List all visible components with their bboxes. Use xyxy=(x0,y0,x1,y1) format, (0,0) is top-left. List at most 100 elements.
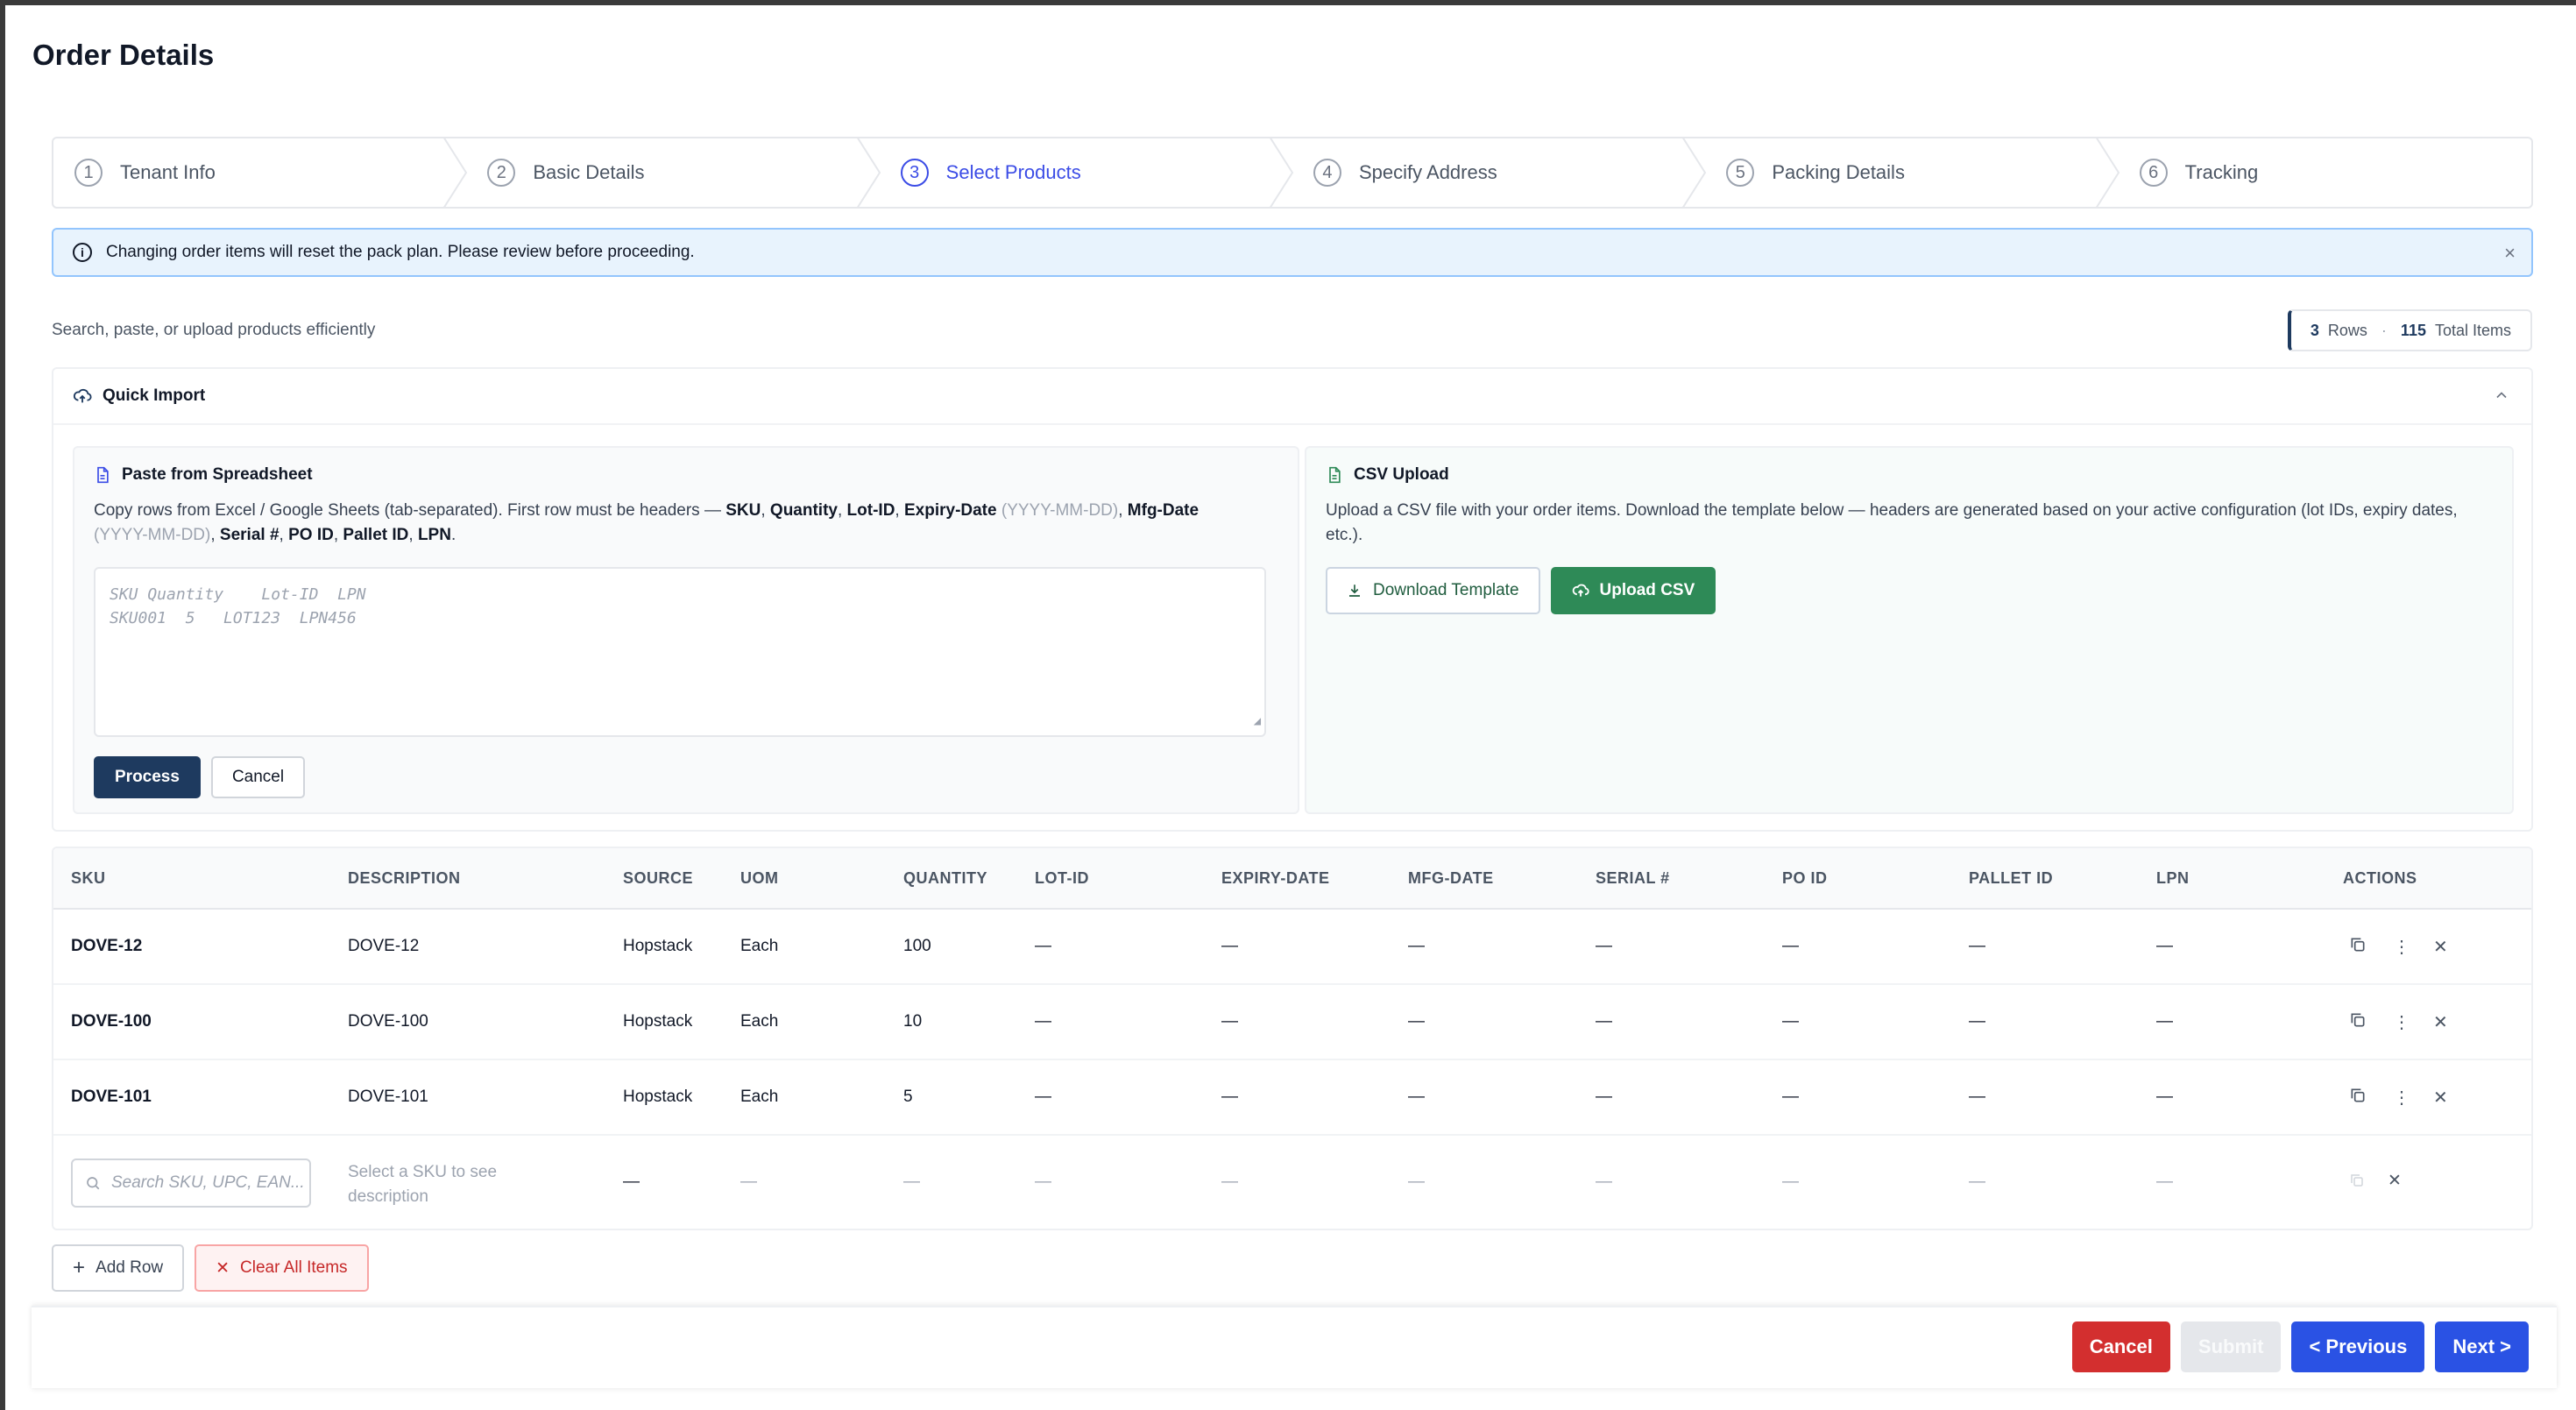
quick-import-header[interactable]: Quick Import xyxy=(53,369,2531,425)
remove-icon[interactable]: ✕ xyxy=(2433,936,2448,958)
paste-panel-description: Copy rows from Excel / Google Sheets (ta… xyxy=(94,501,1200,544)
cell-po-id[interactable]: — xyxy=(1782,1012,1799,1031)
info-alert: i Changing order items will reset the pa… xyxy=(52,228,2533,277)
order-items-table: SKU DESCRIPTION SOURCE UOM QUANTITY LOT-… xyxy=(52,847,2533,1230)
clear-all-items-button[interactable]: ✕ Clear All Items xyxy=(195,1244,369,1292)
cell-sku: DOVE-100 xyxy=(71,1012,152,1031)
cell-pallet-id[interactable]: — xyxy=(1969,1088,1985,1107)
cell-pallet-id[interactable]: — xyxy=(1969,1012,1985,1031)
step-separator-icon xyxy=(856,138,881,207)
cell-lot-id[interactable]: — xyxy=(1035,937,1051,956)
total-items-count: 115 xyxy=(2400,321,2426,339)
cancel-paste-button[interactable]: Cancel xyxy=(210,756,306,798)
cell-sku: DOVE-101 xyxy=(71,1088,152,1106)
paste-textarea[interactable]: SKU Quantity Lot-ID LPN SKU001 5 LOT123 … xyxy=(94,567,1266,737)
step-label: Tenant Info xyxy=(120,161,216,183)
footer-bar: Cancel Submit < Previous Next > xyxy=(32,1306,2557,1388)
new-row-mfg-date: — xyxy=(1408,1173,1425,1191)
step-separator-icon xyxy=(443,138,468,207)
header-mfg: Mfg-Date xyxy=(1127,501,1200,520)
cell-description: DOVE-100 xyxy=(348,1012,428,1031)
cell-serial[interactable]: — xyxy=(1596,937,1612,956)
copy-icon[interactable] xyxy=(2349,1011,2367,1034)
chevron-up-icon[interactable] xyxy=(2493,386,2510,409)
cell-mfg-date[interactable]: — xyxy=(1408,1088,1425,1107)
cell-lpn[interactable]: — xyxy=(2156,937,2173,956)
step-tracking[interactable]: 6 Tracking xyxy=(2119,138,2531,207)
copy-icon xyxy=(2349,1173,2365,1194)
header-quantity: Quantity xyxy=(769,501,838,520)
next-button[interactable]: Next > xyxy=(2435,1321,2529,1372)
cancel-button[interactable]: Cancel xyxy=(2071,1321,2170,1372)
paste-actions: Process Cancel xyxy=(94,756,1278,798)
rows-count: 3 xyxy=(2310,321,2319,339)
cell-expiry-date[interactable]: — xyxy=(1221,1088,1238,1107)
cell-serial[interactable]: — xyxy=(1596,1088,1612,1107)
step-label: Packing Details xyxy=(1772,161,1905,183)
new-row-po-id: — xyxy=(1782,1173,1799,1191)
copy-icon[interactable] xyxy=(2349,936,2367,959)
cell-po-id[interactable]: — xyxy=(1782,937,1799,956)
more-vertical-icon[interactable]: ⋮ xyxy=(2393,1011,2410,1033)
column-header-sku: SKU xyxy=(71,869,106,887)
new-row-source: — xyxy=(623,1173,640,1191)
cell-expiry-date[interactable]: — xyxy=(1221,1012,1238,1031)
cell-lot-id[interactable]: — xyxy=(1035,1012,1051,1031)
step-label: Select Products xyxy=(945,161,1081,183)
cell-quantity[interactable]: 10 xyxy=(903,1012,922,1031)
cell-mfg-date[interactable]: — xyxy=(1408,937,1425,956)
cell-quantity[interactable]: 5 xyxy=(903,1088,913,1107)
cell-lot-id[interactable]: — xyxy=(1035,1088,1051,1107)
remove-icon[interactable]: ✕ xyxy=(2433,1011,2448,1033)
cell-uom[interactable]: Each xyxy=(740,1012,778,1031)
cell-source: Hopstack xyxy=(623,1088,693,1106)
resize-handle-icon[interactable]: ◢ xyxy=(1254,710,1261,733)
more-vertical-icon[interactable]: ⋮ xyxy=(2393,1087,2410,1109)
new-row-serial: — xyxy=(1596,1173,1612,1191)
step-packing-details[interactable]: 5 Packing Details xyxy=(1705,138,2120,207)
remove-icon[interactable]: ✕ xyxy=(2433,1087,2448,1109)
download-template-button[interactable]: Download Template xyxy=(1326,567,1540,614)
more-vertical-icon[interactable]: ⋮ xyxy=(2393,936,2410,958)
cell-pallet-id[interactable]: — xyxy=(1969,937,1985,956)
cell-quantity[interactable]: 100 xyxy=(903,937,931,956)
cell-lpn[interactable]: — xyxy=(2156,1088,2173,1107)
column-header-quantity: QUANTITY xyxy=(903,869,987,887)
cell-lpn[interactable]: — xyxy=(2156,1012,2173,1031)
column-header-uom: UOM xyxy=(740,869,779,887)
cell-serial[interactable]: — xyxy=(1596,1012,1612,1031)
process-button[interactable]: Process xyxy=(94,756,201,798)
cell-expiry-date[interactable]: — xyxy=(1221,937,1238,956)
remove-icon[interactable]: ✕ xyxy=(2388,1171,2402,1191)
quick-import-section: Quick Import Paste from Spreadsheet Copy… xyxy=(52,367,2533,832)
cell-uom[interactable]: Each xyxy=(740,937,778,956)
cell-mfg-date[interactable]: — xyxy=(1408,1012,1425,1031)
new-row-uom: — xyxy=(740,1173,757,1191)
cell-po-id[interactable]: — xyxy=(1782,1088,1799,1107)
previous-button[interactable]: < Previous xyxy=(2291,1321,2425,1372)
cell-source: Hopstack xyxy=(623,1012,693,1031)
step-tenant-info[interactable]: 1 Tenant Info xyxy=(53,138,468,207)
step-basic-details[interactable]: 2 Basic Details xyxy=(466,138,881,207)
submit-button[interactable]: Submit xyxy=(2180,1321,2282,1372)
sku-search-input[interactable]: Search SKU, UPC, EAN... xyxy=(71,1158,311,1208)
copy-icon[interactable] xyxy=(2349,1087,2367,1109)
close-icon[interactable]: × xyxy=(2504,242,2516,265)
stepper: 1 Tenant Info 2 Basic Details 3 Select P… xyxy=(52,137,2533,209)
upload-csv-button[interactable]: Upload CSV xyxy=(1550,567,1716,614)
step-select-products[interactable]: 3 Select Products xyxy=(880,138,1294,207)
header-lpn: LPN xyxy=(417,526,451,544)
expiry-format: (YYYY-MM-DD) xyxy=(1001,501,1119,520)
add-row-button[interactable]: + Add Row xyxy=(52,1244,185,1292)
step-number: 5 xyxy=(1726,159,1755,187)
step-separator-icon xyxy=(1269,138,1294,207)
step-specify-address[interactable]: 4 Specify Address xyxy=(1292,138,1707,207)
cell-uom[interactable]: Each xyxy=(740,1088,778,1107)
new-row-description-placeholder: Select a SKU to see description xyxy=(348,1160,497,1209)
paste-placeholder: SKU Quantity Lot-ID LPN SKU001 5 LOT123 … xyxy=(110,585,366,627)
page-title: Order Details xyxy=(32,39,215,71)
step-separator-icon xyxy=(2095,138,2120,207)
table-actions: + Add Row ✕ Clear All Items xyxy=(52,1244,369,1292)
step-number: 3 xyxy=(900,159,929,187)
step-number: 2 xyxy=(487,159,516,187)
